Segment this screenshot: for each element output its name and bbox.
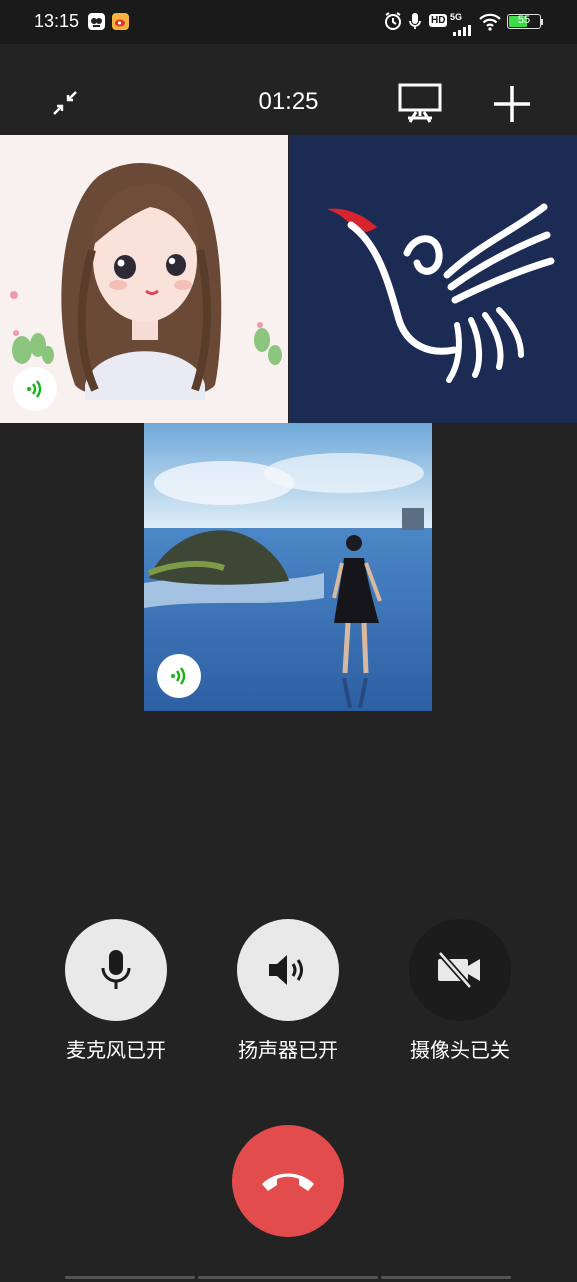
app-icon [88, 13, 105, 30]
speaking-indicator [157, 654, 201, 698]
nav-bar-indicator [381, 1276, 511, 1279]
speaker-button[interactable] [237, 919, 339, 1021]
voice-wave-icon [27, 380, 42, 398]
voice-wave-icon [171, 667, 186, 685]
end-call-icon [262, 1173, 314, 1191]
bird-logo-avatar [289, 135, 577, 423]
battery-icon: 55 [507, 14, 541, 29]
participant-tile-cartoon-girl[interactable] [0, 135, 288, 423]
camera-button[interactable] [409, 919, 511, 1021]
speaker-icon [269, 955, 303, 985]
camera-off-icon [437, 951, 480, 989]
camera-label: 摄像头已关 [410, 1038, 510, 1062]
call-toolbar: 01:25 [0, 44, 577, 134]
add-participant-icon[interactable] [492, 84, 532, 128]
status-time: 13:15 [34, 11, 80, 31]
microphone-icon [101, 950, 131, 989]
screen-share-icon[interactable] [396, 82, 444, 128]
wifi-icon [479, 13, 501, 35]
mic-label: 麦克风已开 [66, 1038, 166, 1062]
mic-button[interactable] [65, 919, 167, 1021]
participant-tile-beach[interactable] [144, 423, 432, 711]
battery-level: 55 [517, 14, 531, 26]
speaking-indicator [13, 367, 57, 411]
weibo-icon [112, 13, 129, 30]
nav-bar-indicator [198, 1276, 378, 1279]
signal-icon [453, 21, 471, 40]
call-timer: 01:25 [258, 88, 319, 115]
participant-tile-bird-logo[interactable] [289, 135, 577, 423]
hangup-button[interactable] [232, 1125, 344, 1237]
speaker-label: 扬声器已开 [238, 1038, 338, 1062]
hd-icon: HD [429, 14, 448, 27]
mic-indicator-icon [407, 11, 423, 35]
alarm-icon [383, 11, 403, 35]
nav-bar-indicator [65, 1276, 195, 1279]
status-bar: 13:15 HD 5G 55 [0, 0, 577, 44]
